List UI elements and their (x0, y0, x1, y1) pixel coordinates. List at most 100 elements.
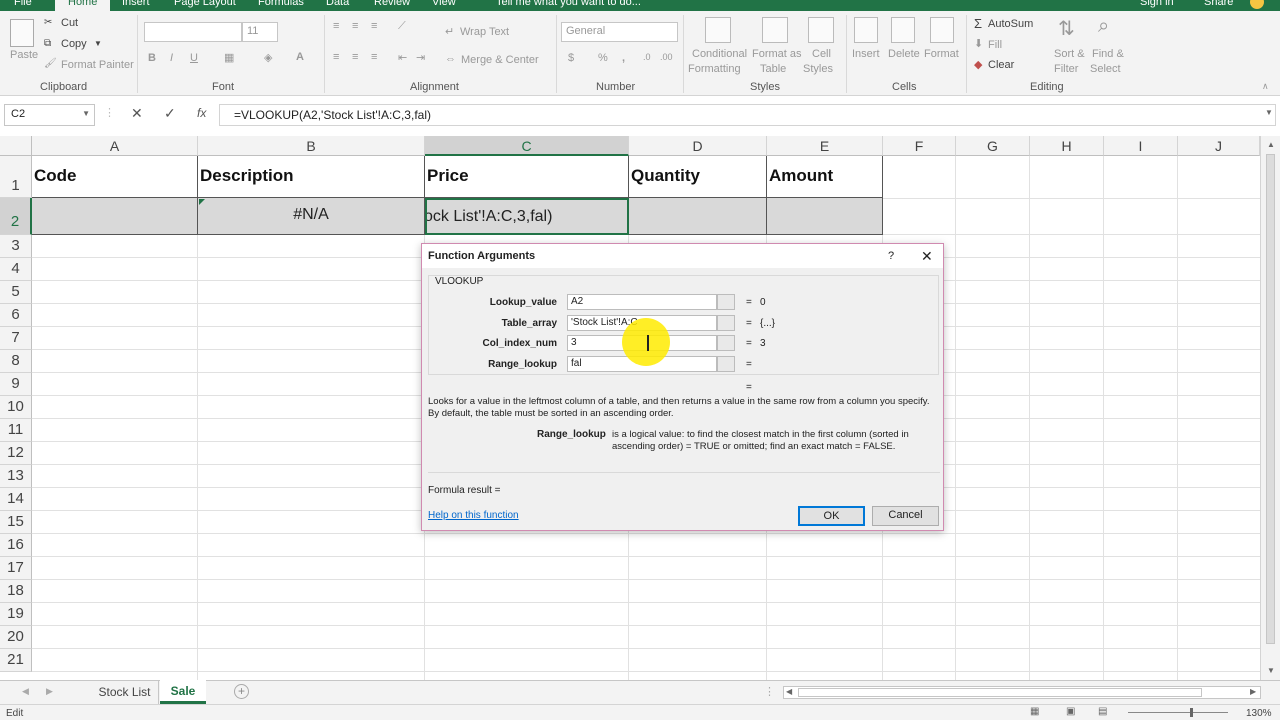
zoom-level[interactable]: 130% (1246, 708, 1272, 719)
collapse-ribbon-icon[interactable]: ∧ (1262, 81, 1269, 92)
format-as-table-icon[interactable] (762, 17, 788, 43)
wrap-text-icon[interactable]: ↵ (445, 25, 454, 38)
brush-icon[interactable]: 🖌 (44, 58, 57, 69)
name-box[interactable]: C2 ▼ (4, 104, 95, 126)
currency-icon[interactable]: $ (568, 52, 574, 64)
cell-d1[interactable]: Quantity (629, 156, 767, 198)
new-sheet-plus-icon[interactable]: + (234, 684, 249, 699)
underline-button[interactable]: U (190, 52, 198, 64)
tab-formulas[interactable]: Formulas (258, 0, 304, 8)
decrease-decimal-icon[interactable]: .00 (660, 52, 673, 62)
column-header-f[interactable]: F (883, 136, 956, 156)
merge-center-button[interactable]: Merge & Center (461, 54, 539, 66)
vertical-scrollbar[interactable]: ▲ ▼ (1260, 136, 1280, 680)
tab-split-icon[interactable]: ⋮ (764, 685, 775, 698)
format-cells-icon[interactable] (930, 17, 954, 43)
row-header[interactable]: 16 (0, 534, 32, 557)
insert-cells-icon[interactable] (854, 17, 878, 43)
tab-view[interactable]: View (432, 0, 456, 8)
row-header[interactable]: 14 (0, 488, 32, 511)
cell-a2[interactable] (32, 198, 198, 235)
sigma-icon[interactable]: Σ (974, 16, 982, 31)
row-header[interactable]: 21 (0, 649, 32, 672)
share-button[interactable]: Share (1204, 0, 1233, 8)
indent-icon[interactable]: ⇤ (398, 51, 407, 64)
delete-cells-icon[interactable] (891, 17, 915, 43)
collapse-dialog-icon[interactable] (717, 315, 735, 331)
italic-button[interactable]: I (170, 52, 173, 64)
zoom-slider[interactable] (1128, 712, 1228, 713)
tab-review[interactable]: Review (374, 0, 410, 8)
scroll-sheets-left-icon[interactable]: ◀ (22, 686, 29, 697)
column-header-i[interactable]: I (1104, 136, 1178, 156)
scroll-up-icon[interactable]: ▲ (1267, 140, 1275, 149)
cell-c1[interactable]: Price (425, 156, 629, 198)
page-break-view-icon[interactable]: ▤ (1098, 706, 1107, 717)
paste-button[interactable]: Paste (10, 49, 38, 61)
column-header-a[interactable]: A (32, 136, 198, 156)
tab-home[interactable]: Home (55, 0, 111, 11)
cancel-button[interactable]: Cancel (872, 506, 939, 526)
paste-icon[interactable] (10, 19, 34, 47)
horizontal-scrollbar[interactable]: ◀ ▶ (783, 686, 1261, 699)
conditional-formatting-icon[interactable] (705, 17, 731, 43)
ok-button[interactable]: OK (798, 506, 865, 526)
column-header-c[interactable]: C (425, 136, 629, 156)
normal-view-icon[interactable]: ▦ (1030, 706, 1039, 717)
row-header[interactable]: 17 (0, 557, 32, 580)
border-icon[interactable]: ▦ (224, 51, 234, 64)
copy-icon[interactable]: ⧉ (44, 38, 51, 49)
row-header[interactable]: 7 (0, 327, 32, 350)
clear-button[interactable]: Clear (988, 59, 1014, 71)
format-as-table-button[interactable]: Format as (752, 48, 802, 60)
scissors-icon[interactable]: ✂ (44, 17, 52, 28)
eraser-icon[interactable]: ◆ (974, 58, 982, 71)
row-header[interactable]: 3 (0, 235, 32, 258)
font-name-box[interactable] (144, 22, 242, 42)
sort-filter-button[interactable]: Sort & (1054, 48, 1085, 60)
row-header[interactable]: 2 (0, 198, 32, 235)
row-header[interactable]: 12 (0, 442, 32, 465)
align-middle-icon[interactable]: ≡ (352, 20, 358, 32)
sign-in-link[interactable]: Sign in (1140, 0, 1174, 8)
page-layout-view-icon[interactable]: ▣ (1066, 706, 1075, 717)
smiley-icon[interactable] (1250, 0, 1264, 9)
column-header-g[interactable]: G (956, 136, 1030, 156)
fill-down-icon[interactable]: ⬇ (974, 37, 983, 50)
sort-filter-icon[interactable]: ⇅ (1058, 16, 1075, 41)
insert-function-icon[interactable]: fx (197, 106, 206, 120)
hscroll-thumb[interactable] (798, 688, 1202, 697)
help-question-icon[interactable]: ? (888, 250, 894, 262)
cell-e1[interactable]: Amount (767, 156, 883, 198)
insert-cells-button[interactable]: Insert (852, 48, 880, 60)
row-header[interactable]: 20 (0, 626, 32, 649)
scroll-right-icon[interactable]: ▶ (1250, 687, 1256, 696)
align-left-icon[interactable]: ≡ (333, 51, 339, 63)
align-bottom-icon[interactable]: ≡ (371, 20, 377, 32)
fill-color-icon[interactable]: ◈ (264, 51, 272, 64)
expand-formula-icon[interactable]: ▼ (1265, 108, 1273, 117)
find-select-button[interactable]: Find & (1092, 48, 1124, 60)
fill-button[interactable]: Fill (988, 39, 1002, 51)
enter-check-icon[interactable]: ✓ (164, 105, 176, 122)
row-header[interactable]: 5 (0, 281, 32, 304)
cell-e2[interactable] (767, 198, 883, 235)
number-format-box[interactable]: General (561, 22, 678, 42)
format-cells-button[interactable]: Format (924, 48, 959, 60)
comma-icon[interactable]: , (622, 52, 625, 64)
column-header-e[interactable]: E (767, 136, 883, 156)
cut-button[interactable]: Cut (61, 17, 78, 29)
cell-b2[interactable]: #N/A (198, 198, 425, 235)
row-header[interactable]: 18 (0, 580, 32, 603)
tell-me-box[interactable]: Tell me what you want to do... (496, 0, 641, 8)
delete-cells-button[interactable]: Delete (888, 48, 920, 60)
font-size-box[interactable]: 11 (242, 22, 278, 42)
formula-input[interactable]: =VLOOKUP(A2,'Stock List'!A:C,3,fal) (219, 104, 1276, 126)
copy-chevron-down-icon[interactable]: ▼ (94, 39, 102, 48)
scroll-sheets-right-icon[interactable]: ▶ (46, 686, 53, 697)
collapse-dialog-icon[interactable] (717, 335, 735, 351)
font-color-icon[interactable]: A (296, 51, 304, 63)
select-all-corner[interactable] (0, 136, 32, 156)
collapse-dialog-icon[interactable] (717, 294, 735, 310)
row-header[interactable]: 15 (0, 511, 32, 534)
